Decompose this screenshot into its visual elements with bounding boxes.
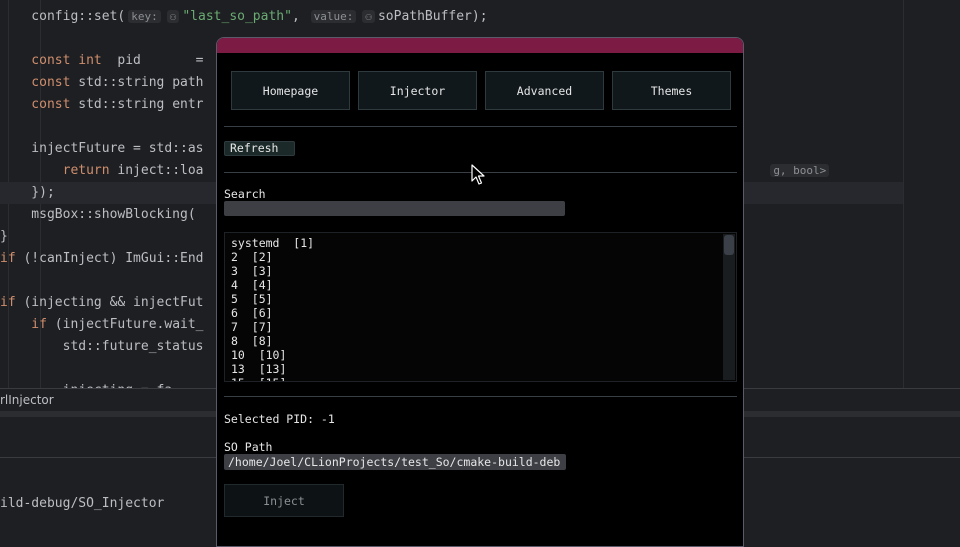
mouse-cursor-icon	[471, 164, 485, 185]
separator	[224, 396, 737, 397]
code-token: config::set(	[0, 9, 126, 24]
scrollbar-thumb[interactable]	[724, 235, 734, 255]
terminal-line: ild-debug/SO_Injector	[0, 496, 165, 511]
code-token: inject::loa	[117, 163, 204, 178]
code-line[interactable]: if (injecting && injectFut	[0, 292, 204, 314]
code-token: std::string entr	[78, 97, 204, 112]
code-token: injectFuture = std::as	[0, 141, 204, 156]
process-list-item[interactable]: systemd [1]	[231, 236, 314, 250]
so-path-input[interactable]: /home/Joel/CLionProjects/test_So/cmake-b…	[224, 454, 566, 470]
inlay-hint: value:	[310, 10, 357, 23]
code-token: return	[0, 163, 118, 178]
tab-label: Themes	[650, 83, 693, 98]
code-token: });	[0, 185, 55, 200]
selected-pid-text: Selected PID: -1	[224, 412, 335, 426]
tab-label: Injector	[389, 83, 446, 98]
process-list-item[interactable]: 10 [10]	[231, 348, 286, 362]
injector-window: Homepage Injector Advanced Themes Refres…	[216, 37, 744, 547]
code-token: std::future_status	[0, 339, 204, 354]
process-list-item[interactable]: 5 [5]	[231, 292, 273, 306]
tab-injector[interactable]: Injector	[358, 71, 477, 110]
code-token: }	[0, 229, 8, 244]
code-token: soPathBuffer);	[377, 9, 488, 24]
process-list-item[interactable]: 15 [15]	[231, 376, 286, 381]
code-token: const	[0, 75, 79, 90]
tab-themes[interactable]: Themes	[612, 71, 731, 110]
process-list-item[interactable]: 13 [13]	[231, 362, 286, 376]
code-line[interactable]: return inject::loa	[0, 160, 204, 182]
code-line[interactable]: msgBox::showBlocking(	[0, 204, 196, 226]
code-line[interactable]: const std::string entr	[0, 94, 204, 116]
code-line[interactable]: if (!canInject) ImGui::End	[0, 248, 204, 270]
search-label: Search	[224, 187, 266, 201]
code-token: if	[0, 295, 24, 310]
code-token: pid =	[109, 53, 204, 68]
code-line[interactable]: const std::string path	[0, 72, 204, 94]
code-token: const	[0, 97, 79, 112]
process-list-item[interactable]: 8 [8]	[231, 334, 273, 348]
code-token: if	[0, 317, 55, 332]
code-line[interactable]: config::set(key: ⚇ "last_so_path", value: ⚇…	[0, 6, 488, 28]
code-token: (injectFuture.wait_	[54, 317, 204, 332]
inlay-hint: ⚇	[362, 10, 375, 23]
inject-button[interactable]: Inject	[224, 484, 344, 517]
code-line[interactable]: const int pid =	[0, 50, 204, 72]
process-list-item[interactable]: 2 [2]	[231, 250, 273, 264]
code-token: (injecting && injectFut	[23, 295, 204, 310]
process-list-scrollbar[interactable]	[723, 234, 735, 380]
code-line[interactable]: }	[0, 226, 8, 248]
editor-right-margin	[903, 0, 904, 388]
process-list[interactable]: 15 [15]13 [13]10 [10]8 [8]7 [7]6 [6]5 [5…	[224, 232, 737, 382]
code-token: ,	[291, 9, 308, 24]
code-token: (!canInject) ImGui::End	[23, 251, 204, 266]
inlay-hint: key:	[128, 10, 161, 23]
code-line[interactable]: if (injectFuture.wait_	[0, 314, 204, 336]
code-token: std::string path	[78, 75, 204, 90]
code-line[interactable]: injectFuture = std::as	[0, 138, 204, 160]
process-list-item[interactable]: 3 [3]	[231, 264, 273, 278]
code-token: msgBox::showBlocking(	[0, 207, 196, 222]
separator	[224, 126, 737, 127]
process-list-item[interactable]: 7 [7]	[231, 320, 273, 334]
tab-label: Homepage	[262, 83, 319, 98]
process-list-item[interactable]: 6 [6]	[231, 306, 273, 320]
tab-advanced[interactable]: Advanced	[485, 71, 604, 110]
process-list-item[interactable]: 4 [4]	[231, 278, 273, 292]
tool-window-title: rlInjector	[0, 393, 54, 407]
code-token: if	[0, 251, 24, 266]
code-token: "last_so_path"	[182, 9, 292, 24]
code-token: const int	[0, 53, 110, 68]
window-titlebar[interactable]	[217, 38, 743, 53]
code-fragment-right: g, bool> {	[736, 138, 832, 200]
inject-label: Inject	[263, 493, 305, 508]
tab-homepage[interactable]: Homepage	[231, 71, 350, 110]
refresh-button[interactable]: Refresh	[224, 141, 296, 156]
so-path-label: SO Path	[224, 440, 273, 454]
search-input[interactable]	[224, 201, 565, 216]
code-line[interactable]: std::future_status	[0, 336, 204, 358]
tab-label: Advanced	[516, 83, 573, 98]
type-hint: g, bool>	[770, 164, 830, 177]
inlay-hint: ⚇	[166, 10, 180, 23]
